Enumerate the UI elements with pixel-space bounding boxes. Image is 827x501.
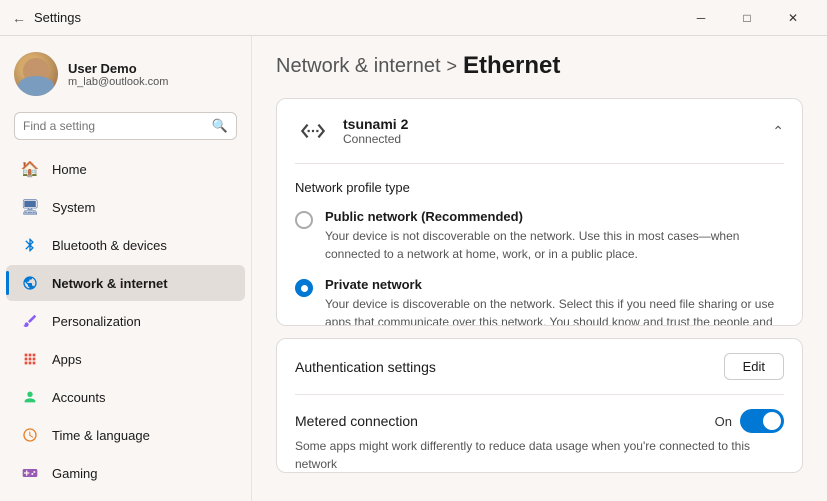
minimize-button[interactable]: ─ <box>679 4 723 32</box>
personalize-icon <box>20 311 40 331</box>
metered-label: Metered connection <box>295 413 418 429</box>
user-email: m_lab@outlook.com <box>68 76 168 88</box>
device-header-left: tsunami 2 Connected <box>295 113 408 149</box>
close-button[interactable]: ✕ <box>771 4 815 32</box>
title-bar-left: ← Settings <box>12 10 81 26</box>
toggle-area[interactable]: On <box>715 409 784 433</box>
accounts-icon <box>20 387 40 407</box>
sidebar-label-personalization: Personalization <box>52 314 141 329</box>
sidebar-item-accessibility[interactable]: Accessibility <box>6 493 245 501</box>
bluetooth-icon <box>20 235 40 255</box>
main-content: Network & internet > Ethernet tsunami 2 … <box>252 36 827 501</box>
network-icon <box>20 273 40 293</box>
sidebar-label-network: Network & internet <box>52 276 168 291</box>
sidebar-label-time: Time & language <box>52 428 150 443</box>
private-radio[interactable] <box>295 279 313 297</box>
title-bar: ← Settings ─ □ ✕ <box>0 0 827 36</box>
sidebar-item-personalization[interactable]: Personalization <box>6 303 245 339</box>
network-profile-section: Network profile type Public network (Rec… <box>277 164 802 326</box>
window-title: Settings <box>34 10 81 25</box>
search-box[interactable]: 🔍 <box>14 112 237 140</box>
authentication-label: Authentication settings <box>295 359 436 375</box>
device-info: tsunami 2 Connected <box>343 116 408 146</box>
network-profile-title: Network profile type <box>295 180 784 195</box>
device-status: Connected <box>343 132 408 146</box>
private-network-info: Private network Your device is discovera… <box>325 277 784 326</box>
sidebar-item-system[interactable]: 🖥 System <box>6 189 245 225</box>
maximize-button[interactable]: □ <box>725 4 769 32</box>
user-profile[interactable]: User Demo m_lab@outlook.com <box>0 36 251 108</box>
active-indicator <box>6 271 9 295</box>
apps-icon <box>20 349 40 369</box>
private-network-desc: Your device is discoverable on the netwo… <box>325 295 784 326</box>
authentication-card: Authentication settings Edit Metered con… <box>276 338 803 473</box>
breadcrumb-current: Ethernet <box>463 52 560 80</box>
app-body: User Demo m_lab@outlook.com 🔍 🏠 Home 🖥 S… <box>0 36 827 501</box>
ethernet-icon <box>295 113 331 149</box>
metered-desc: Some apps might work differently to redu… <box>295 437 784 473</box>
public-radio[interactable] <box>295 211 313 229</box>
private-network-option[interactable]: Private network Your device is discovera… <box>295 277 784 326</box>
breadcrumb-separator: > <box>447 56 458 77</box>
sidebar-item-accounts[interactable]: Accounts <box>6 379 245 415</box>
public-network-option[interactable]: Public network (Recommended) Your device… <box>295 209 784 263</box>
public-network-desc: Your device is not discoverable on the n… <box>325 227 784 263</box>
sidebar: User Demo m_lab@outlook.com 🔍 🏠 Home 🖥 S… <box>0 36 252 501</box>
device-name: tsunami 2 <box>343 116 408 132</box>
device-header[interactable]: tsunami 2 Connected ⌃ <box>277 99 802 163</box>
sidebar-item-home[interactable]: 🏠 Home <box>6 151 245 187</box>
sidebar-item-network[interactable]: Network & internet <box>6 265 245 301</box>
avatar <box>14 52 58 96</box>
breadcrumb-parent[interactable]: Network & internet <box>276 55 441 78</box>
sidebar-label-home: Home <box>52 162 87 177</box>
chevron-up-icon: ⌃ <box>772 123 784 140</box>
sidebar-label-accounts: Accounts <box>52 390 105 405</box>
metered-toggle[interactable] <box>740 409 784 433</box>
user-name: User Demo <box>68 61 168 76</box>
system-icon: 🖥 <box>20 197 40 217</box>
public-network-label: Public network (Recommended) <box>325 209 784 224</box>
sidebar-label-gaming: Gaming <box>52 466 98 481</box>
breadcrumb: Network & internet > Ethernet <box>276 52 803 80</box>
sidebar-item-gaming[interactable]: Gaming <box>6 455 245 491</box>
user-info: User Demo m_lab@outlook.com <box>68 61 168 88</box>
toggle-knob <box>763 412 781 430</box>
device-card: tsunami 2 Connected ⌃ Network profile ty… <box>276 98 803 326</box>
sidebar-label-bluetooth: Bluetooth & devices <box>52 238 167 253</box>
toggle-on-text: On <box>715 414 732 429</box>
gaming-icon <box>20 463 40 483</box>
metered-row: Metered connection On Some apps might wo… <box>277 395 802 473</box>
metered-top: Metered connection On <box>295 409 784 433</box>
edit-button[interactable]: Edit <box>724 353 784 380</box>
public-network-info: Public network (Recommended) Your device… <box>325 209 784 263</box>
home-icon: 🏠 <box>20 159 40 179</box>
private-network-label: Private network <box>325 277 784 292</box>
sidebar-item-bluetooth[interactable]: Bluetooth & devices <box>6 227 245 263</box>
sidebar-label-system: System <box>52 200 95 215</box>
search-icon: 🔍 <box>212 118 228 134</box>
window-controls: ─ □ ✕ <box>679 4 815 32</box>
time-icon <box>20 425 40 445</box>
authentication-row: Authentication settings Edit <box>277 339 802 394</box>
sidebar-item-apps[interactable]: Apps <box>6 341 245 377</box>
sidebar-label-apps: Apps <box>52 352 82 367</box>
sidebar-item-time[interactable]: Time & language <box>6 417 245 453</box>
back-icon[interactable]: ← <box>12 10 26 26</box>
search-input[interactable] <box>23 119 206 133</box>
